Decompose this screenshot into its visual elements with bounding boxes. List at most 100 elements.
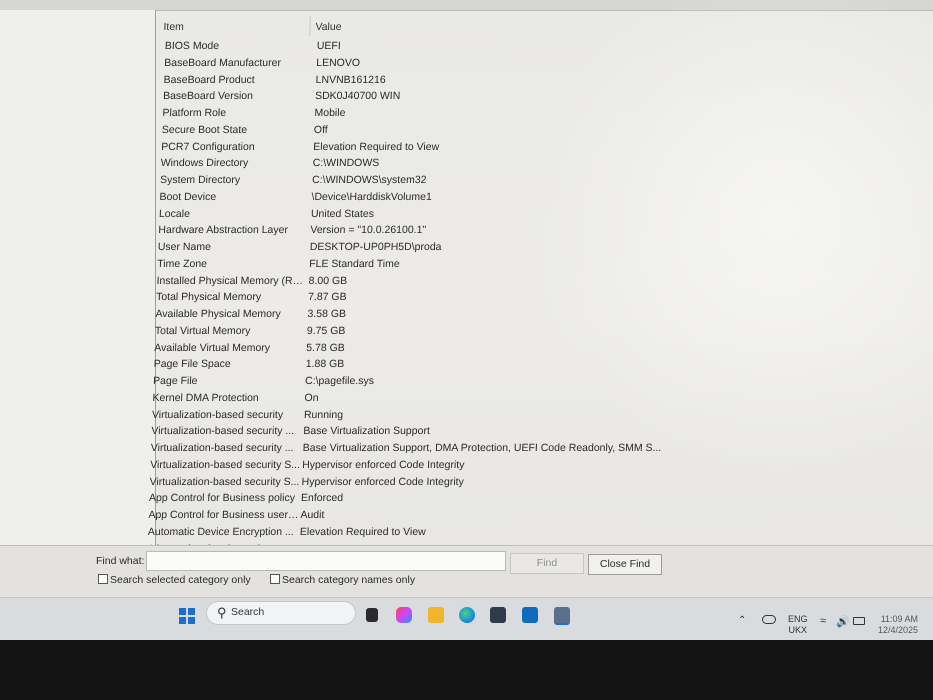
table-row[interactable]: Locale United States — [151, 206, 927, 223]
find-what-input[interactable] — [146, 551, 506, 571]
row-item: Page File Space — [153, 358, 231, 371]
row-item: Locale — [158, 207, 191, 220]
table-row[interactable]: App Control for Business policy Enforced — [141, 490, 917, 507]
row-value: 5.78 GB — [306, 341, 346, 354]
row-item: Virtualization-based security S... — [149, 475, 300, 488]
row-value: Base Virtualization Support — [303, 425, 431, 438]
store-icon[interactable] — [490, 607, 506, 623]
row-value: C:\WINDOWS — [312, 157, 380, 170]
search-category-names-checkbox[interactable]: Search category names only — [270, 573, 415, 587]
row-item: Platform Role — [162, 107, 227, 119]
row-item: Time Zone — [156, 257, 208, 270]
table-row[interactable]: Available Virtual Memory 5.78 GB — [146, 340, 922, 357]
table-row[interactable]: Kernel DMA Protection On — [144, 390, 920, 407]
language-line-2: UKX — [788, 625, 808, 635]
checkbox-box[interactable] — [98, 574, 108, 584]
row-value: United States — [310, 207, 375, 220]
search-selected-category-checkbox[interactable]: Search selected category only — [98, 573, 251, 587]
row-item: Kernel DMA Protection — [152, 391, 259, 404]
row-value: On — [304, 391, 319, 404]
column-header-value[interactable]: Value — [315, 18, 342, 36]
outlook-icon[interactable] — [522, 607, 538, 623]
table-row[interactable]: Time Zone FLE Standard Time — [149, 256, 925, 273]
column-header-item[interactable]: Item — [163, 18, 184, 36]
wifi-icon[interactable]: ≈ — [820, 615, 826, 627]
table-row[interactable]: Virtualization-based security ... Base Vi… — [143, 423, 919, 440]
row-item: App Control for Business user ... — [148, 509, 299, 521]
row-value: Hypervisor enforced Code Integrity — [301, 458, 465, 471]
column-divider[interactable] — [309, 16, 311, 36]
task-view-icon[interactable] — [366, 608, 378, 622]
row-item: Virtualization-based security ... — [150, 442, 294, 454]
row-value: C:\WINDOWS\system32 — [311, 174, 427, 186]
checkbox-box[interactable] — [270, 574, 280, 584]
row-item: Windows Directory — [160, 157, 249, 170]
row-value: \Device\HarddiskVolume1 — [311, 190, 432, 203]
row-item: Page File — [152, 375, 198, 387]
row-item: Virtualization-based security ... — [151, 425, 295, 438]
table-row[interactable]: Virtualization-based security Running — [144, 407, 920, 424]
table-row[interactable]: BIOS Mode UEFI — [157, 38, 933, 55]
onedrive-icon[interactable] — [762, 615, 776, 624]
table-row[interactable]: Automatic Device Encryption ... Elevation… — [140, 524, 916, 541]
language-indicator[interactable]: ENG UKX — [788, 614, 808, 636]
clock-time: 11:09 AM — [880, 614, 919, 624]
clock-date: 12/4/2025 — [878, 625, 919, 635]
table-row[interactable]: Virtualization-based security S... Hyperv… — [142, 457, 918, 474]
row-item: App Control for Business policy — [148, 492, 296, 505]
table-row[interactable]: Virtualization-based security S... Hyperv… — [141, 474, 917, 491]
table-row[interactable]: Virtualization-based security ... Base Vi… — [142, 440, 918, 457]
table-row[interactable]: Installed Physical Memory (RA... 8.00 GB — [148, 273, 924, 290]
row-value: UEFI — [316, 40, 341, 52]
table-row[interactable]: System Directory C:\WINDOWS\system32 — [152, 172, 928, 189]
row-item: Secure Boot State — [161, 123, 248, 136]
row-item: Available Virtual Memory — [154, 341, 271, 354]
row-value: DESKTOP-UP0PH5D\proda — [309, 241, 442, 253]
row-value: Audit — [300, 509, 325, 521]
row-value: LENOVO — [316, 56, 361, 69]
row-value: 7.87 GB — [307, 291, 347, 304]
edge-icon[interactable] — [459, 607, 475, 623]
battery-icon[interactable] — [853, 617, 865, 625]
taskbar-search-label: Search — [231, 606, 265, 618]
row-item: Virtualization-based security — [151, 408, 284, 421]
row-item: BaseBoard Version — [162, 90, 254, 103]
file-explorer-icon[interactable] — [428, 607, 444, 623]
table-row[interactable]: Windows Directory C:\WINDOWS — [152, 155, 928, 172]
table-row[interactable]: User Name DESKTOP-UP0PH5D\proda — [149, 239, 925, 256]
volume-icon[interactable]: 🔊 — [836, 615, 850, 628]
row-item: User Name — [157, 241, 212, 253]
system-information-icon[interactable] — [554, 607, 570, 625]
row-value: Elevation Required to View — [299, 525, 426, 538]
chevron-up-icon[interactable]: ⌃ — [738, 615, 746, 626]
table-row[interactable]: Total Physical Memory 7.87 GB — [148, 289, 924, 306]
find-bar: Find what: Find Close Find Search select… — [0, 545, 933, 598]
category-tree-pane[interactable] — [0, 10, 156, 545]
taskbar-search-box[interactable]: ⚲ Search — [206, 601, 356, 625]
table-row[interactable]: Available Physical Memory 3.58 GB — [147, 306, 923, 323]
table-row[interactable]: Page File Space 1.88 GB — [145, 356, 921, 373]
clock[interactable]: 11:09 AM 12/4/2025 — [878, 614, 918, 636]
table-row[interactable]: BaseBoard Manufacturer LENOVO — [156, 55, 932, 72]
table-row[interactable]: Hardware Abstraction Layer Version = "10.… — [150, 222, 926, 239]
table-row[interactable]: Page File C:\pagefile.sys — [145, 373, 921, 390]
table-row[interactable]: Platform Role Mobile — [154, 105, 930, 122]
close-find-button[interactable]: Close Find — [588, 554, 662, 575]
row-item: BIOS Mode — [164, 40, 220, 52]
table-row[interactable]: PCR7 Configuration Elevation Required to … — [153, 139, 929, 156]
row-value: Off — [313, 123, 328, 136]
table-row[interactable]: App Control for Business user ... Audit — [140, 507, 916, 524]
search-selected-category-label: Search selected category only — [110, 574, 251, 586]
start-icon[interactable] — [179, 608, 195, 624]
table-row[interactable]: Secure Boot State Off — [154, 122, 930, 139]
row-value: 1.88 GB — [305, 358, 345, 371]
table-row[interactable]: BaseBoard Product LNVNB161216 — [155, 72, 931, 89]
row-item: Installed Physical Memory (RA... — [156, 274, 307, 287]
row-item: System Directory — [159, 174, 241, 186]
find-button[interactable]: Find — [510, 553, 584, 574]
table-row[interactable]: Boot Device \Device\HarddiskVolume1 — [151, 189, 927, 206]
copilot-icon[interactable] — [396, 607, 412, 623]
table-row[interactable]: BaseBoard Version SDK0J40700 WIN — [155, 88, 931, 105]
row-value: 9.75 GB — [306, 324, 346, 337]
table-row[interactable]: Total Virtual Memory 9.75 GB — [147, 323, 923, 340]
